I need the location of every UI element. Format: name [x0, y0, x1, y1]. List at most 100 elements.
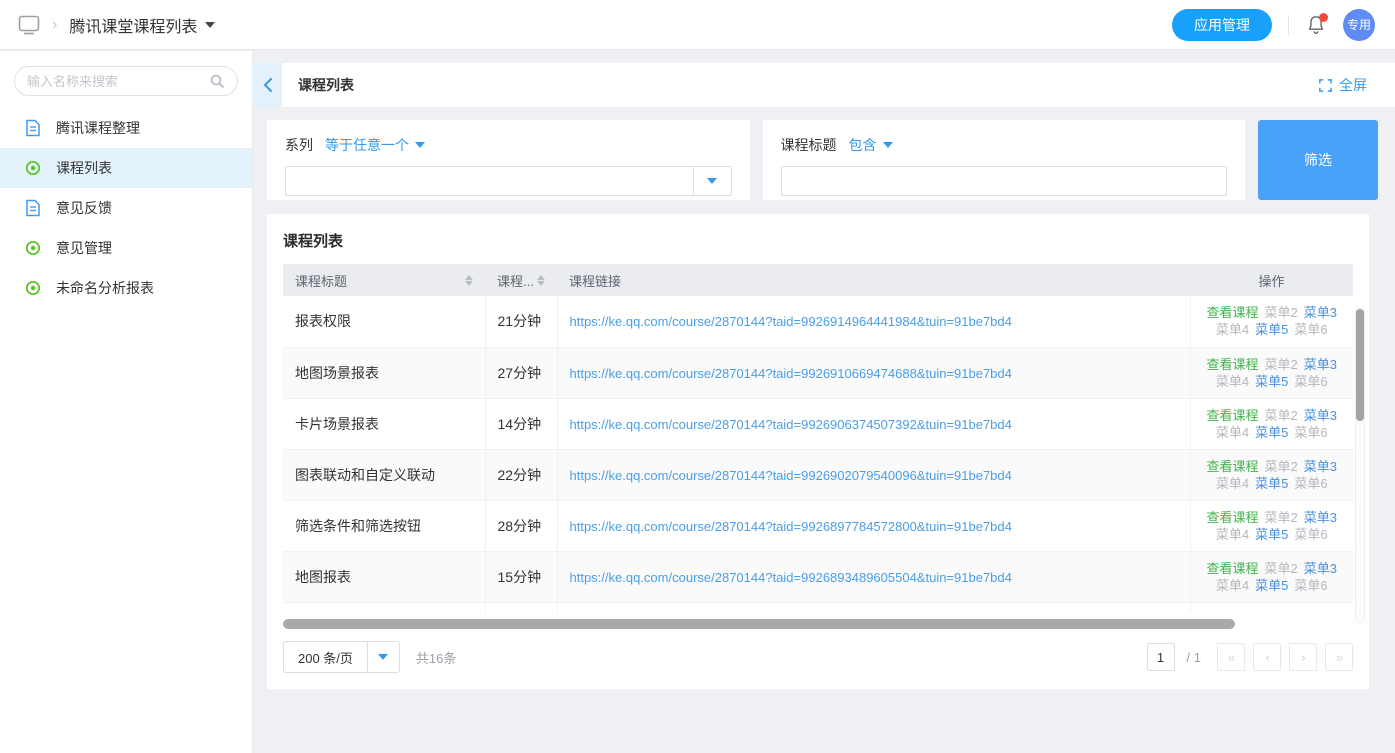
course-link[interactable]: https://ke.qq.com/course/2870144?taid=99… [570, 417, 1012, 432]
first-page-button[interactable]: « [1217, 643, 1245, 671]
sidebar-item-course-list[interactable]: 课程列表 [0, 148, 252, 188]
cell-course-link: https://ke.qq.com/course/2870144?taid=99… [557, 500, 1190, 551]
total-pages: / 1 [1187, 650, 1201, 665]
menu-action-link[interactable]: 菜单3 [1304, 510, 1337, 525]
app-manage-button[interactable]: 应用管理 [1172, 9, 1272, 41]
breadcrumb-title[interactable]: 腾讯课堂课程列表 [69, 13, 215, 37]
view-course-link[interactable]: 查看课程 [1207, 357, 1259, 372]
menu-action-link[interactable]: 菜单4 [1216, 322, 1249, 337]
course-link[interactable]: https://ke.qq.com/course/2870144?taid=99… [570, 314, 1012, 329]
sidebar-item-feedback-manage[interactable]: 意见管理 [0, 228, 252, 268]
filter-row: 系列 等于任意一个 课程标题 包含 [267, 120, 1378, 200]
menu-action-link[interactable]: 菜单3 [1304, 408, 1337, 423]
sort-icon[interactable] [537, 275, 545, 286]
menu-action-link[interactable]: 菜单5 [1255, 425, 1288, 440]
notification-bell-icon[interactable] [1305, 14, 1327, 36]
course-link[interactable]: https://ke.qq.com/course/2870144?taid=99… [570, 570, 1012, 585]
menu-action-link[interactable]: 菜单2 [1265, 510, 1298, 525]
sidebar-item-feedback[interactable]: 意见反馈 [0, 188, 252, 228]
menu-action-link[interactable]: 菜单6 [1294, 322, 1327, 337]
filter-card-series: 系列 等于任意一个 [267, 120, 750, 200]
sidebar-item-unnamed-report[interactable]: 未命名分析报表 [0, 268, 252, 308]
course-link[interactable]: https://ke.qq.com/course/2870144?taid=99… [570, 468, 1012, 483]
menu-action-link[interactable]: 菜单5 [1255, 374, 1288, 389]
column-header-course-duration[interactable]: 课程... [485, 264, 557, 296]
view-course-link[interactable]: 查看课程 [1207, 305, 1259, 320]
search-icon[interactable] [209, 73, 225, 89]
menu-action-link[interactable]: 菜单2 [1265, 305, 1298, 320]
table-row: 图表联动和自定义联动22分钟https://ke.qq.com/course/2… [283, 449, 1353, 500]
menu-action-link[interactable]: 菜单2 [1265, 459, 1298, 474]
prev-page-button[interactable]: ‹ [1253, 643, 1281, 671]
horizontal-scrollbar-thumb[interactable] [283, 619, 1235, 629]
menu-action-link[interactable]: 菜单6 [1294, 527, 1327, 542]
column-header-course-title[interactable]: 课程标题 [283, 264, 485, 296]
page-size-caret-button[interactable] [367, 642, 399, 672]
menu-action-link[interactable]: 菜单5 [1255, 476, 1288, 491]
menu-action-link[interactable]: 菜单6 [1294, 425, 1327, 440]
cell-course-duration: 27分钟 [485, 347, 557, 398]
menu-action-link[interactable]: 菜单4 [1216, 476, 1249, 491]
menu-action-link[interactable]: 菜单5 [1255, 527, 1288, 542]
sort-icon[interactable] [465, 275, 473, 286]
menu-action-link[interactable]: 菜单3 [1304, 305, 1337, 320]
vertical-scrollbar-thumb[interactable] [1356, 309, 1364, 421]
menu-action-link[interactable]: 菜单4 [1216, 527, 1249, 542]
cell-course-title: 地图场景报表 [283, 347, 485, 398]
filter-submit-button[interactable]: 筛选 [1258, 120, 1378, 200]
menu-action-link[interactable]: 菜单4 [1216, 578, 1249, 593]
cell-course-link: https://ke.qq.com/course/2870144?taid=99… [557, 296, 1190, 347]
menu-action-link[interactable]: 菜单3 [1304, 561, 1337, 576]
menu-action-link[interactable]: 菜单6 [1294, 374, 1327, 389]
last-page-button[interactable]: » [1325, 643, 1353, 671]
horizontal-scrollbar [283, 619, 1353, 629]
view-course-link[interactable]: 查看课程 [1207, 510, 1259, 525]
filter-series-select[interactable] [285, 166, 732, 196]
select-caret-button[interactable] [693, 167, 731, 195]
app-logo-monitor-icon[interactable] [18, 15, 40, 35]
course-table-card: 课程列表 课程标题 [267, 214, 1369, 689]
cell-actions: 查看课程菜单2 菜单3 菜单4 菜单5 菜单6 [1190, 296, 1353, 347]
menu-action-link[interactable]: 菜单3 [1304, 459, 1337, 474]
cell-course-title: 报表权限 [283, 296, 485, 347]
view-course-link[interactable]: 查看课程 [1207, 561, 1259, 576]
filter-course-title-input[interactable] [781, 166, 1228, 196]
page-title: 课程列表 [298, 75, 354, 95]
pagination-bar: 200 条/页 共16条 / 1 « ‹ › » [283, 641, 1353, 673]
sidebar-search[interactable] [14, 66, 238, 96]
next-page-button[interactable]: › [1289, 643, 1317, 671]
column-header-actions: 操作 [1190, 264, 1353, 296]
menu-action-link[interactable]: 菜单2 [1265, 561, 1298, 576]
menu-action-link[interactable]: 菜单2 [1265, 408, 1298, 423]
menu-action-link[interactable]: 菜单5 [1255, 578, 1288, 593]
view-course-link[interactable]: 查看课程 [1207, 408, 1259, 423]
page-header: 课程列表 全屏 [254, 63, 1395, 107]
menu-action-link[interactable]: 菜单6 [1294, 476, 1327, 491]
table-row: 卡片场景报表14分钟https://ke.qq.com/course/28701… [283, 398, 1353, 449]
course-link[interactable]: https://ke.qq.com/course/2870144?taid=99… [570, 366, 1012, 381]
current-page-input[interactable] [1147, 643, 1175, 671]
sidebar-menu: 腾讯课程整理 课程列表 意见反馈 [0, 108, 252, 308]
menu-action-link[interactable]: 菜单5 [1255, 322, 1288, 337]
back-button[interactable] [254, 63, 282, 107]
filter-series-operator[interactable]: 等于任意一个 [325, 135, 425, 155]
menu-action-link[interactable]: 菜单2 [1265, 357, 1298, 372]
table-title: 课程列表 [283, 230, 1353, 251]
column-header-label: 课程标题 [295, 271, 347, 290]
menu-action-link[interactable]: 菜单4 [1216, 425, 1249, 440]
filter-course-title-operator[interactable]: 包含 [849, 135, 893, 155]
menu-action-link[interactable]: 菜单6 [1294, 578, 1327, 593]
cell-actions: 查看课程菜单2 菜单3 菜单4 菜单5 菜单6 [1190, 398, 1353, 449]
fullscreen-button[interactable]: 全屏 [1318, 75, 1367, 95]
menu-action-link[interactable]: 菜单3 [1304, 357, 1337, 372]
sidebar-item-tencent-course-organize[interactable]: 腾讯课程整理 [0, 108, 252, 148]
table-row: 地图报表15分钟https://ke.qq.com/course/2870144… [283, 551, 1353, 602]
cell-course-duration: 15分钟 [485, 551, 557, 602]
menu-action-link[interactable]: 菜单4 [1216, 374, 1249, 389]
page-size-select[interactable]: 200 条/页 [283, 641, 400, 673]
view-course-link[interactable]: 查看课程 [1207, 459, 1259, 474]
search-input[interactable] [27, 74, 209, 89]
avatar[interactable]: 专用 [1343, 9, 1375, 41]
course-link[interactable]: https://ke.qq.com/course/2870144?taid=99… [570, 519, 1012, 534]
chevron-down-icon [883, 142, 893, 148]
